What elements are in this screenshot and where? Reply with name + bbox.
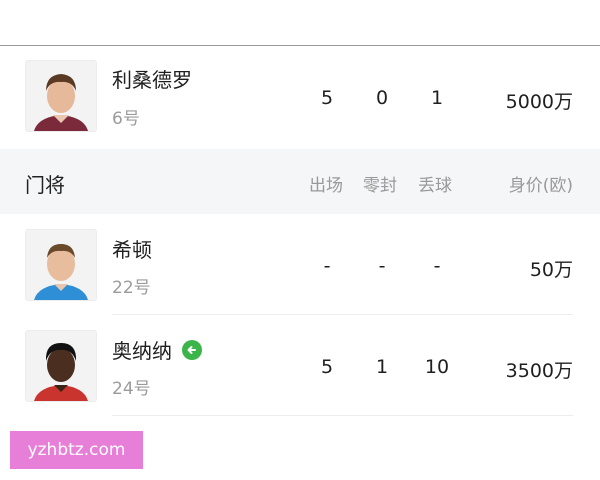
market-value: 5000万 (505, 91, 573, 113)
row-divider (112, 415, 573, 416)
header-market-value: 身价(欧) (508, 176, 573, 196)
player-row[interactable]: 奥纳纳 24号 5 1 10 3500万 (0, 315, 600, 416)
header-clean-sheets: 零封 (363, 176, 397, 196)
clean-sheets-value: 0 (375, 87, 389, 109)
player-number: 6号 (112, 109, 140, 129)
player-name-wrapper: 奥纳纳 (112, 335, 202, 364)
player-number: 22号 (112, 278, 151, 298)
substituted-off-icon (182, 340, 202, 360)
goals-conceded-value: 10 (424, 356, 450, 378)
goalkeeper-section-header: 门将 出场 零封 丢球 身价(欧) (0, 149, 600, 214)
clean-sheets-value: 1 (375, 356, 389, 378)
header-appearances: 出场 (309, 176, 343, 196)
player-row[interactable]: 利桑德罗 6号 5 0 1 5000万 (0, 0, 600, 149)
goals-conceded-value: - (433, 255, 441, 277)
player-row[interactable]: 希顿 22号 - - - 50万 (0, 214, 600, 315)
player-avatar (25, 229, 97, 301)
clean-sheets-value: - (378, 255, 386, 277)
player-name: 奥纳纳 (112, 339, 172, 363)
player-number: 24号 (112, 379, 151, 399)
appearances-value: - (323, 255, 331, 277)
player-avatar (25, 330, 97, 402)
player-name: 利桑德罗 (112, 68, 192, 92)
goals-conceded-value: 1 (430, 87, 444, 109)
header-goals-conceded: 丢球 (418, 176, 452, 196)
section-title: 门将 (25, 173, 65, 197)
appearances-value: 5 (320, 356, 334, 378)
player-avatar (25, 60, 97, 132)
market-value: 3500万 (505, 360, 573, 382)
watermark: yzhbtz.com (10, 431, 143, 469)
market-value: 50万 (529, 259, 573, 281)
appearances-value: 5 (320, 87, 334, 109)
player-name: 希顿 (112, 238, 152, 262)
